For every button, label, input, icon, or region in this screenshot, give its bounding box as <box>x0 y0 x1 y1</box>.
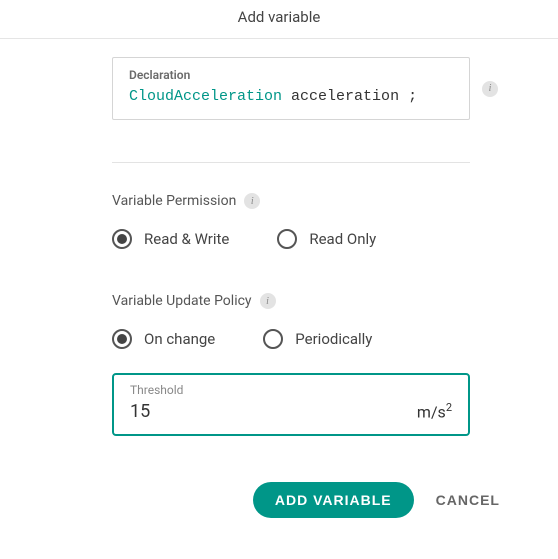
declaration-name: acceleration <box>291 88 399 105</box>
radio-read-only[interactable]: Read Only <box>277 229 376 249</box>
info-icon[interactable]: i <box>482 81 498 97</box>
threshold-unit: m/s2 <box>417 401 452 421</box>
radio-label: Read Only <box>309 230 376 248</box>
radio-icon <box>112 229 132 249</box>
radio-periodically[interactable]: Periodically <box>263 329 372 349</box>
radio-label: Read & Write <box>144 230 229 248</box>
info-icon[interactable]: i <box>260 293 276 309</box>
radio-label: Periodically <box>295 330 372 348</box>
declaration-type: CloudAcceleration <box>129 88 282 105</box>
radio-on-change[interactable]: On change <box>112 329 215 349</box>
declaration-terminator: ; <box>408 88 417 105</box>
threshold-field[interactable]: Threshold m/s2 <box>112 373 470 436</box>
threshold-label: Threshold <box>130 383 452 397</box>
divider <box>112 162 470 163</box>
declaration-box[interactable]: Declaration CloudAcceleration accelerati… <box>112 57 470 120</box>
radio-label: On change <box>144 330 215 348</box>
info-icon[interactable]: i <box>244 193 260 209</box>
radio-icon <box>263 329 283 349</box>
radio-icon <box>112 329 132 349</box>
dialog-title: Add variable <box>0 0 558 39</box>
declaration-code: CloudAcceleration acceleration ; <box>129 88 453 105</box>
threshold-input[interactable] <box>130 401 230 422</box>
radio-icon <box>277 229 297 249</box>
update-policy-label: Variable Update Policy <box>112 293 252 309</box>
permission-label: Variable Permission <box>112 193 236 209</box>
add-variable-button[interactable]: ADD VARIABLE <box>253 482 414 518</box>
declaration-label: Declaration <box>129 68 453 82</box>
cancel-button[interactable]: CANCEL <box>436 492 500 508</box>
radio-read-write[interactable]: Read & Write <box>112 229 229 249</box>
